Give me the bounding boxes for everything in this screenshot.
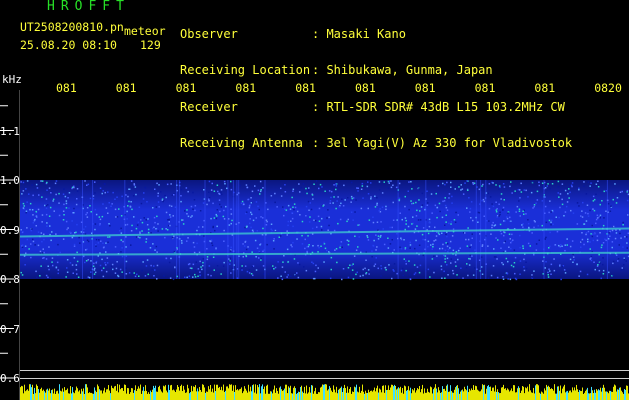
- info-value-location: : Shibukawa, Gunma, Japan: [312, 63, 493, 78]
- x-tick-label: 081: [534, 81, 556, 95]
- y-tick-label: 0.9: [0, 223, 20, 237]
- info-value-observer: : Masaki Kano: [312, 27, 406, 41]
- y-axis-unit: kHz: [2, 73, 22, 86]
- y-tick-label: 0.6: [0, 372, 20, 385]
- info-values: : Masaki Kano : Shibukawa, Gunma, Japan …: [312, 4, 572, 173]
- y-tick-label: 0.8: [0, 273, 20, 286]
- info-value-receiver: : RTL-SDR SDR# 43dB L15 103.2MHz CW: [312, 99, 565, 114]
- y-tick-label: 1.0: [0, 174, 20, 187]
- x-tick-label: 081: [115, 81, 137, 95]
- x-tick-label: 081: [235, 81, 257, 95]
- x-tick-label: 081: [175, 81, 197, 95]
- x-tick-label: 081: [295, 81, 316, 95]
- meteor-label: meteor: [124, 24, 166, 38]
- info-label-location: Receiving Location: [180, 63, 311, 78]
- app-title: HROFFT: [47, 0, 130, 14]
- info-value-antenna: : 3el Yagi(V) Az 330 for Vladivostok: [312, 135, 573, 150]
- meteor-count: 129: [140, 38, 161, 52]
- datetime-label: 25.08.20 08:10: [20, 38, 117, 52]
- y-tick-label: 0.7: [0, 322, 20, 336]
- x-tick-label: 0820: [594, 81, 622, 95]
- x-tick-label: 081: [56, 81, 77, 95]
- info-label-antenna: Receiving Antenna: [180, 135, 303, 150]
- info-label-receiver: Receiver: [180, 99, 238, 114]
- hrofft-screen: HROFFT UT2508200810.pn meteor 25.08.20 0…: [0, 0, 629, 400]
- bottom-activity-bars: [20, 384, 629, 400]
- x-tick-label: 081: [474, 81, 496, 95]
- y-tick-label: 1.1: [0, 124, 20, 138]
- filename-label: UT2508200810.pn: [20, 20, 124, 34]
- x-tick-label: 081: [414, 81, 436, 95]
- info-label-observer: Observer: [180, 27, 238, 41]
- x-tick-label: 081: [355, 81, 376, 95]
